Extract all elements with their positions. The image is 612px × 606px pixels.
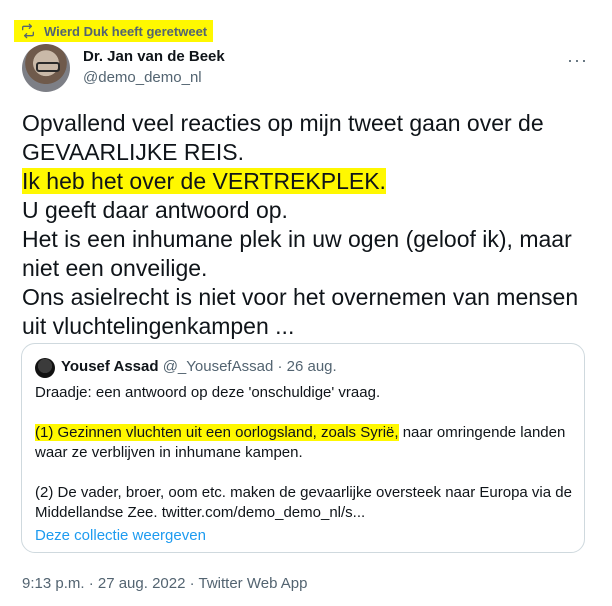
quoted-author-avatar	[35, 358, 55, 378]
tweet-highlight: Ik heb het over de VERTREKPLEK.	[22, 168, 386, 194]
quoted-intro: Draadje: een antwoord op deze 'onschuldi…	[35, 384, 381, 401]
quoted-paragraph-1-rest: naar omringende landen	[398, 424, 566, 441]
quoted-tweet-header: Yousef Assad @_YousefAssad · 26 aug.	[61, 358, 337, 375]
quoted-paragraph-1-line2: waar ze verblijven in inhumane kampen.	[35, 444, 303, 461]
quoted-tweet-body: Draadje: een antwoord op deze 'onschuldi…	[35, 383, 575, 523]
tweet-timestamp[interactable]: 9:13 p.m. · 27 aug. 2022 · Twitter Web A…	[22, 575, 307, 592]
tweet-line: GEVAARLIJKE REIS.	[22, 139, 244, 165]
tweet-line: U geeft daar antwoord op.	[22, 197, 288, 223]
quoted-paragraph-2-line2: Middellandse Zee. twitter.com/demo_demo_…	[35, 504, 366, 521]
tweet-text: Opvallend veel reacties op mijn tweet ga…	[22, 109, 592, 341]
tweet-line: uit vluchtelingenkampen ...	[22, 313, 295, 339]
retweet-label: Wierd Duk heeft geretweet	[44, 23, 208, 39]
quoted-paragraph-2-line1: (2) De vader, broer, oom etc. maken de g…	[35, 484, 572, 501]
tweet-line: niet een onveilige.	[22, 255, 208, 281]
author-handle[interactable]: @demo_demo_nl	[83, 69, 202, 86]
tweet-line-highlighted: Ik heb het over de VERTREKPLEK.	[22, 167, 592, 196]
tweet-line: Ons asielrecht is niet voor het overneme…	[22, 284, 579, 310]
tweet-line: Opvallend veel reacties op mijn tweet ga…	[22, 110, 544, 136]
retweet-indicator[interactable]: Wierd Duk heeft geretweet	[14, 20, 214, 42]
author-name[interactable]: Dr. Jan van de Beek	[83, 48, 225, 65]
quoted-tweet-card[interactable]: Yousef Assad @_YousefAssad · 26 aug. Dra…	[21, 343, 585, 553]
show-collection-link[interactable]: Deze collectie weergeven	[35, 527, 206, 544]
quoted-separator: ·	[277, 358, 283, 375]
tweet-line: Het is een inhumane plek in uw ogen (gel…	[22, 226, 572, 252]
quoted-author-name: Yousef Assad	[61, 358, 159, 375]
author-avatar[interactable]	[22, 44, 70, 92]
more-icon[interactable]: ···	[567, 50, 588, 71]
quoted-paragraph-1: (1) Gezinnen vluchten uit een oorlogslan…	[35, 423, 575, 443]
quoted-date: 26 aug.	[286, 358, 337, 375]
quoted-highlight: (1) Gezinnen vluchten uit een oorlogslan…	[35, 424, 399, 441]
retweet-icon	[22, 23, 34, 39]
quoted-author-handle: @_YousefAssad	[162, 358, 274, 375]
